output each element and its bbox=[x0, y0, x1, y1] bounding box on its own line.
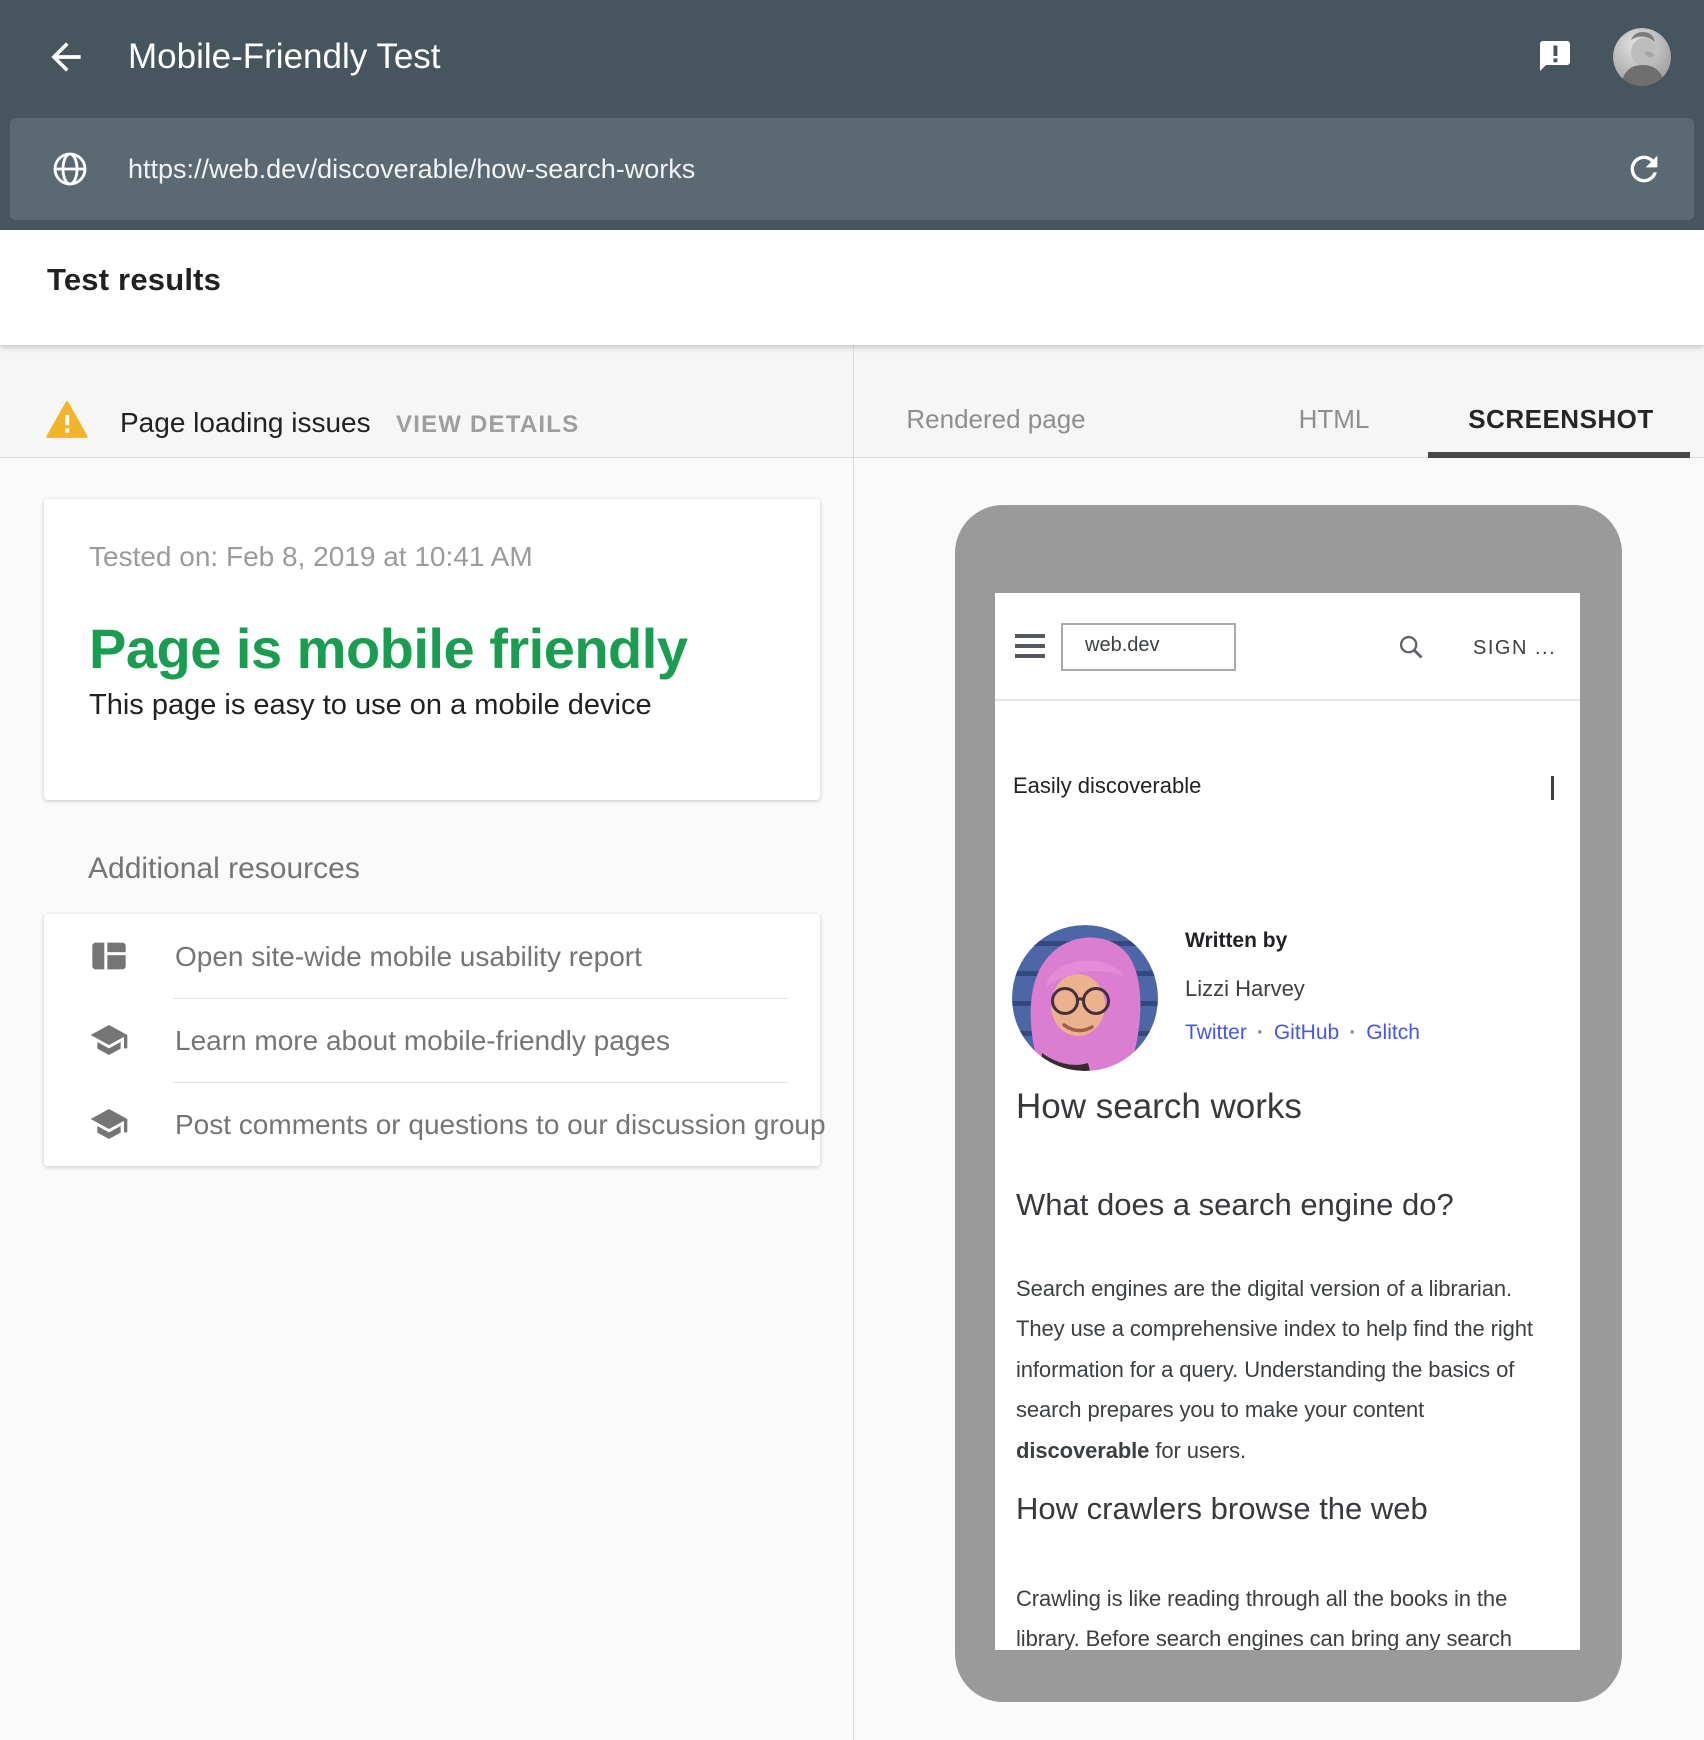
section-paragraph-2: Crawling is like reading through all the… bbox=[1016, 1579, 1556, 1650]
school-icon bbox=[89, 1104, 129, 1144]
refresh-icon bbox=[1624, 149, 1664, 189]
result-card: Tested on: Feb 8, 2019 at 10:41 AM Page … bbox=[44, 499, 820, 800]
url-input[interactable]: https://web.dev/discoverable/how-search-… bbox=[128, 153, 695, 185]
feedback-button[interactable] bbox=[1537, 38, 1573, 74]
tab-screenshot[interactable]: SCREENSHOT bbox=[1468, 404, 1654, 435]
section-paragraph-1: Search engines are the digital version o… bbox=[1016, 1269, 1556, 1471]
warning-icon bbox=[45, 398, 89, 442]
mobile-friendly-test-app: Mobile-Friendly Test bbox=[0, 0, 1704, 1740]
school-icon bbox=[89, 1020, 129, 1060]
written-by-label: Written by bbox=[1185, 929, 1287, 953]
site-search-value: web.dev bbox=[1085, 634, 1160, 657]
site-search-box: web.dev bbox=[1061, 623, 1236, 671]
resource-label: Post comments or questions to our discus… bbox=[175, 1109, 826, 1141]
resource-learn-more[interactable]: Learn more about mobile-friendly pages bbox=[44, 998, 820, 1082]
additional-resources-heading: Additional resources bbox=[88, 852, 360, 886]
usability-report-icon bbox=[89, 936, 129, 976]
breadcrumb: Easily discoverable bbox=[1013, 773, 1201, 799]
view-details-link[interactable]: VIEW DETAILS bbox=[396, 411, 579, 439]
screenshot-preview: web.dev SIGN ... Easily discoverable bbox=[995, 593, 1580, 1650]
account-avatar[interactable] bbox=[1613, 28, 1671, 86]
tab-rendered-page[interactable]: Rendered page bbox=[906, 404, 1085, 435]
app-bar: Mobile-Friendly Test bbox=[0, 0, 1704, 230]
active-tab-underline bbox=[1428, 452, 1690, 458]
search-icon bbox=[1397, 633, 1425, 661]
article-title: How search works bbox=[1016, 1087, 1302, 1127]
resources-card: Open site-wide mobile usability report L… bbox=[44, 914, 820, 1166]
url-bar[interactable]: https://web.dev/discoverable/how-search-… bbox=[10, 118, 1694, 220]
phone-mockup: web.dev SIGN ... Easily discoverable bbox=[955, 505, 1622, 1702]
toc-bar-icon bbox=[1551, 776, 1554, 800]
feedback-icon bbox=[1537, 38, 1573, 74]
twitter-link: Twitter bbox=[1185, 1021, 1247, 1044]
tested-on-timestamp: Tested on: Feb 8, 2019 at 10:41 AM bbox=[89, 541, 533, 573]
author-links: Twitter·GitHub·Glitch bbox=[1185, 1021, 1420, 1045]
app-title: Mobile-Friendly Test bbox=[128, 35, 441, 79]
back-button[interactable] bbox=[44, 35, 88, 79]
tab-html[interactable]: HTML bbox=[1299, 404, 1370, 435]
status-and-tabs-band: Page loading issues VIEW DETAILS Rendere… bbox=[0, 345, 1704, 458]
page-loading-issues-label: Page loading issues bbox=[120, 407, 371, 439]
back-arrow-icon bbox=[44, 35, 88, 79]
refresh-button[interactable] bbox=[1624, 149, 1664, 189]
section-heading-1: What does a search engine do? bbox=[1016, 1187, 1454, 1223]
results-header: Test results bbox=[0, 230, 1704, 345]
resource-label: Open site-wide mobile usability report bbox=[175, 941, 642, 973]
resource-discussion-group[interactable]: Post comments or questions to our discus… bbox=[44, 1082, 820, 1166]
verdict-description: This page is easy to use on a mobile dev… bbox=[89, 689, 652, 722]
sign-in-label: SIGN ... bbox=[1473, 637, 1556, 660]
bold-keyword: discoverable bbox=[1016, 1438, 1149, 1463]
author-name: Lizzi Harvey bbox=[1185, 976, 1305, 1002]
resource-usability-report[interactable]: Open site-wide mobile usability report bbox=[44, 914, 820, 998]
glitch-link: Glitch bbox=[1366, 1021, 1420, 1044]
hamburger-menu-icon bbox=[1015, 634, 1045, 660]
panel-divider bbox=[853, 345, 854, 1740]
verdict-text: Page is mobile friendly bbox=[89, 614, 687, 684]
globe-icon bbox=[50, 149, 90, 189]
section-heading-2: How crawlers browse the web bbox=[1016, 1491, 1428, 1527]
resource-label: Learn more about mobile-friendly pages bbox=[175, 1025, 670, 1057]
github-link: GitHub bbox=[1274, 1021, 1339, 1044]
user-photo-icon bbox=[1613, 28, 1671, 86]
author-avatar bbox=[1012, 925, 1158, 1071]
webdev-site-header: web.dev SIGN ... bbox=[995, 593, 1580, 701]
page-title: Test results bbox=[47, 262, 221, 298]
